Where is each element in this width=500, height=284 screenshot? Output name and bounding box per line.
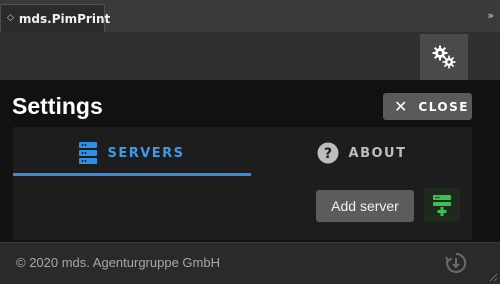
close-button[interactable]: ✕ CLOSE xyxy=(383,93,472,120)
server-stack-icon xyxy=(79,142,98,164)
settings-button[interactable] xyxy=(420,34,468,80)
collapse-panel-icon[interactable]: » xyxy=(487,9,494,22)
panel-tab[interactable]: ◇ mds.PimPrint xyxy=(0,4,110,32)
tab-about[interactable]: ? ABOUT xyxy=(251,133,472,173)
tab-expand-icon[interactable]: ◇ xyxy=(7,14,14,23)
add-server-icon-button[interactable] xyxy=(424,188,460,222)
panel-tab-title: mds.PimPrint xyxy=(18,11,111,26)
page-title: Settings xyxy=(12,93,103,119)
update-download-icon[interactable] xyxy=(445,252,467,274)
tab-servers-label: SERVERS xyxy=(107,145,185,161)
tab-about-label: ABOUT xyxy=(348,145,407,161)
question-circle-icon: ? xyxy=(317,142,339,164)
close-icon: ✕ xyxy=(394,96,408,116)
active-tab-indicator xyxy=(13,173,251,176)
resize-grip-icon[interactable] xyxy=(488,272,498,282)
server-add-icon xyxy=(433,195,451,216)
tab-servers[interactable]: SERVERS xyxy=(13,133,251,173)
close-button-label: CLOSE xyxy=(418,99,469,114)
svg-text:?: ? xyxy=(323,146,331,162)
gears-icon xyxy=(432,45,456,69)
copyright-text: © 2020 mds. Agenturgruppe GmbH xyxy=(16,255,220,270)
add-server-button[interactable]: Add server xyxy=(316,190,414,222)
